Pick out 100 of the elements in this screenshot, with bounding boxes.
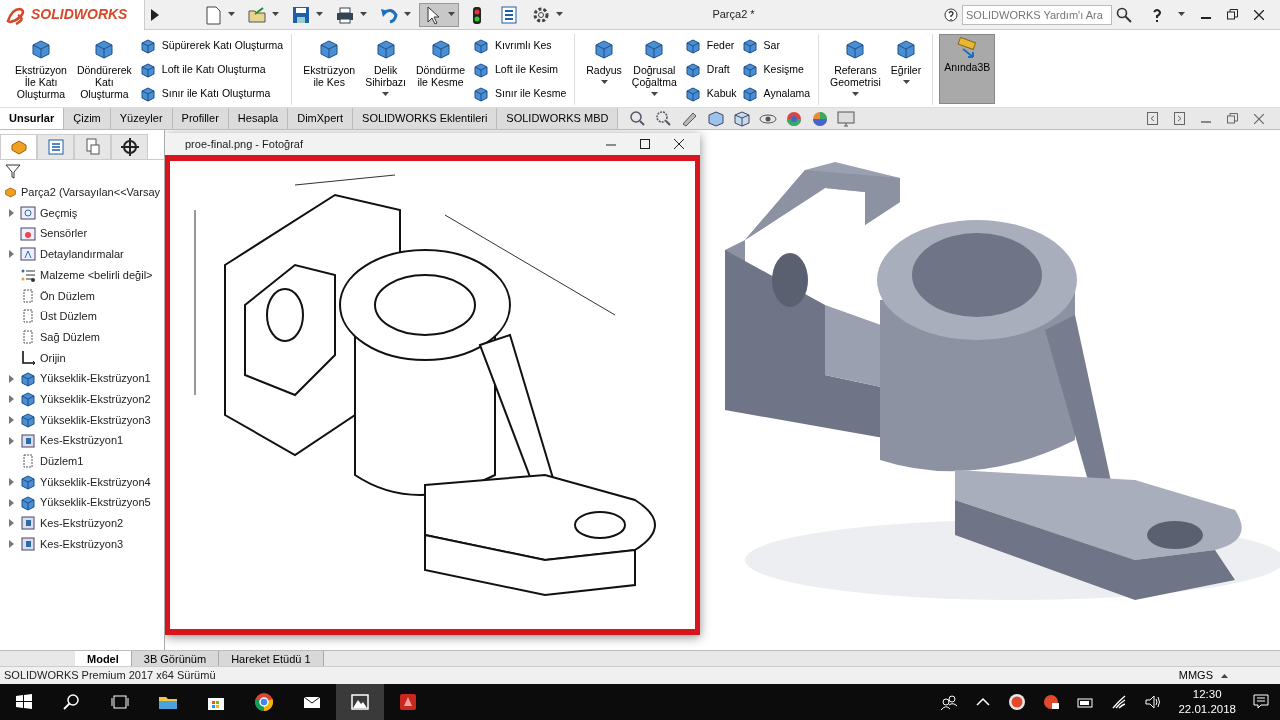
search-field[interactable]: SOLIDWORKS Yardım'ı Ara (962, 4, 1112, 25)
tab[interactable]: Hesapla (228, 108, 289, 129)
windows-icon (14, 692, 34, 712)
crosshair-icon (119, 137, 140, 157)
ribbon-button[interactable]: Loft ile Kesim (472, 60, 567, 79)
tree-item[interactable]: Yükseklik-Ekstrüzyon4 (40, 473, 151, 491)
notification-icon[interactable] (1252, 693, 1270, 711)
tree-item[interactable]: Yükseklik-Ekstrüzyon3 (40, 411, 151, 429)
tree-item[interactable]: Sağ Düzlem (40, 328, 100, 346)
filter-icon[interactable] (5, 163, 21, 179)
ribbon-button[interactable]: Referans Geometrisi (827, 34, 884, 104)
round-logo-icon (254, 692, 274, 712)
help-icon (944, 7, 958, 22)
record-icon[interactable] (1042, 693, 1061, 711)
tab[interactable]: 3B Görünüm (131, 651, 220, 666)
ribbon-button[interactable]: Sar (740, 36, 811, 55)
caret-icon (851, 92, 859, 97)
part-icon (4, 184, 17, 201)
caret-icon (556, 12, 563, 17)
ribbon-button[interactable]: Eğriler (887, 34, 925, 104)
list-icon (499, 4, 519, 25)
folder-icon (20, 246, 36, 263)
panel-right-icon[interactable] (1174, 112, 1185, 125)
ribbon-button[interactable]: Kıvrımlı Kes (472, 36, 567, 55)
taskbar-button[interactable] (336, 684, 384, 720)
ribbon-button[interactable]: Aynalama (740, 84, 811, 103)
tree-item[interactable]: Üst Düzlem (40, 308, 97, 325)
maximize-icon[interactable] (640, 139, 650, 149)
tab[interactable]: Unsurlar (0, 108, 65, 129)
panel-tab[interactable] (111, 134, 148, 159)
instant3d-button[interactable]: Anında3B (939, 34, 996, 104)
tab[interactable]: DimXpert (288, 108, 354, 129)
tree-item[interactable]: Yükseklik-Ekstrüzyon1 (40, 370, 151, 387)
ribbon-button[interactable]: Döndürerek Katı Oluşturma (73, 34, 135, 104)
tab[interactable]: Model (75, 651, 132, 666)
tab[interactable]: Yüzeyler (110, 108, 173, 129)
tree-item[interactable]: Malzeme <belirli değil> (40, 266, 153, 284)
tree-item[interactable]: Kes-Ekstrüzyon3 (40, 535, 124, 553)
document-icon (203, 4, 223, 25)
cube-icon[interactable] (732, 108, 753, 129)
ribbon-button[interactable]: Sınır ile Katı Oluşturma (138, 84, 284, 103)
clock-time[interactable]: 12:30 (1192, 687, 1222, 702)
tree-item[interactable]: Ön Düzlem (40, 287, 96, 305)
tree-item[interactable]: Kes-Ekstrüzyon2 (40, 515, 124, 532)
caret-icon (228, 12, 235, 17)
caret-icon (382, 92, 390, 97)
help-icon[interactable] (1152, 7, 1162, 22)
tree-item[interactable]: Yükseklik-Ekstrüzyon2 (40, 390, 151, 408)
speaker-icon[interactable] (1144, 693, 1163, 711)
box-icon (20, 536, 36, 553)
expand-arrow-icon[interactable] (151, 8, 159, 21)
app-icon (398, 692, 418, 712)
caret-icon (902, 80, 910, 85)
tree-item[interactable]: Sensörler (40, 225, 88, 242)
restore-icon[interactable] (1227, 9, 1238, 20)
cube-icon (20, 473, 36, 490)
tab[interactable]: Profiller (172, 108, 229, 129)
caret-icon (272, 12, 279, 17)
record-icon[interactable] (1008, 693, 1027, 711)
ribbon-button[interactable]: Feder (683, 36, 737, 55)
clock-date[interactable]: 22.01.2018 (1178, 702, 1236, 717)
ribbon-button[interactable]: Draft (683, 60, 737, 79)
task-view-icon (110, 692, 130, 712)
tab[interactable]: Hareket Etüdü 1 (219, 651, 324, 666)
ribbon-button[interactable]: Döndürme ile Kesme (413, 34, 469, 104)
ribbon-button[interactable]: Ekstrüzyon İle Katı Oluşturma (12, 34, 70, 104)
tree-item[interactable]: Düzlem1 (40, 453, 84, 470)
folder-icon (247, 4, 267, 25)
tree-item[interactable]: Orijin (40, 349, 66, 367)
search-icon[interactable] (1116, 6, 1132, 23)
tree-item[interactable]: Detaylandırmalar (40, 246, 124, 263)
ribbon-button[interactable]: Delik Sihirbazı (362, 34, 409, 104)
tab[interactable]: SOLIDWORKS Eklentileri (353, 108, 498, 129)
window-title: Parça2 * (711, 7, 756, 23)
folder-icon (20, 225, 36, 242)
tree-item[interactable]: Parça2 (Varsayılan<<Varsay (21, 184, 160, 201)
people-icon[interactable] (940, 693, 959, 711)
plane-icon (20, 329, 36, 346)
tree-item[interactable]: Geçmiş (40, 204, 78, 222)
printer-icon (335, 4, 355, 25)
close-icon[interactable] (674, 139, 684, 149)
ribbon-button[interactable]: Kesişme (740, 60, 811, 79)
ribbon-button[interactable]: Sınır ile Kesme (472, 84, 567, 103)
units-selector[interactable]: MMGS (1178, 667, 1228, 684)
caret-icon (1178, 12, 1185, 17)
tree-item[interactable]: Kes-Ekstrüzyon1 (40, 432, 124, 449)
tab[interactable]: SOLIDWORKS MBD (497, 108, 619, 129)
ribbon-button[interactable]: Doğrusal Çoğaltma (628, 34, 680, 104)
ribbon-button[interactable]: Ekstrüzyon ile Kes (300, 34, 359, 104)
ribbon-button[interactable]: Süpürerek Katı Oluşturma (138, 36, 284, 55)
ribbon-button[interactable]: Radyus (583, 34, 625, 104)
caret-icon (360, 12, 367, 17)
tab[interactable]: Çizim (64, 108, 111, 129)
toolbar-button[interactable] (419, 2, 459, 27)
panel-left-icon[interactable] (1147, 112, 1158, 125)
ribbon-button[interactable]: Loft ile Katı Oluşturma (138, 60, 284, 79)
axes-icon (20, 349, 36, 366)
ribbon-button[interactable]: Kabuk (683, 84, 737, 103)
tree-item[interactable]: Yükseklik-Ekstrüzyon5 (40, 494, 151, 511)
close-icon[interactable] (1254, 9, 1264, 20)
